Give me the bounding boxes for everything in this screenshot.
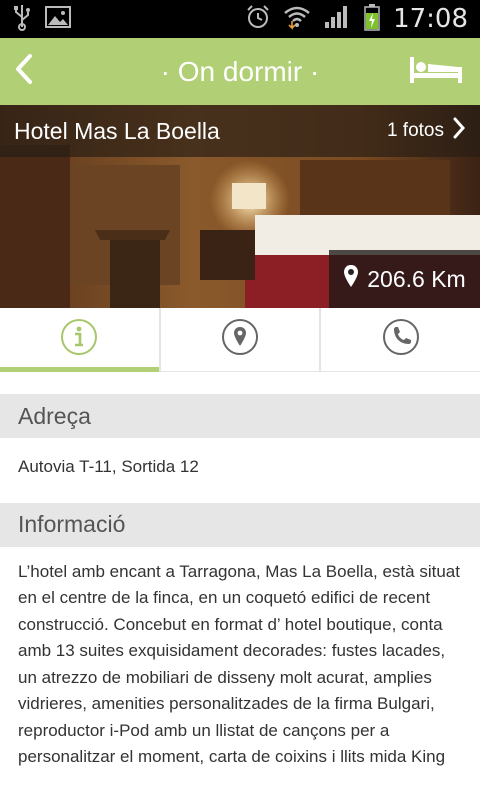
back-button[interactable] — [0, 38, 48, 105]
hotel-photo[interactable]: Hotel Mas La Boella 1 fotos 206.6 Km — [0, 105, 480, 308]
usb-icon — [12, 3, 32, 36]
info-text: L’hotel amb encant a Tarragona, Mas La B… — [18, 561, 460, 767]
signal-icon — [323, 4, 351, 35]
photos-link[interactable]: 1 fotos — [387, 116, 466, 146]
hotel-name: Hotel Mas La Boella — [14, 117, 220, 144]
chevron-left-icon — [14, 53, 34, 90]
detail-tabs — [0, 308, 480, 372]
alarm-icon — [245, 4, 271, 35]
accommodation-button[interactable] — [406, 52, 466, 92]
tab-info[interactable] — [0, 308, 161, 372]
status-bar: 17:08 — [0, 0, 480, 38]
map-pin-icon — [220, 317, 260, 362]
distance-value: 206.6 Km — [367, 265, 466, 292]
distance-badge: 206.6 Km — [329, 250, 480, 308]
location-pin-icon — [343, 264, 359, 294]
tab-phone[interactable] — [321, 308, 480, 371]
phone-icon — [381, 317, 421, 362]
address-text: Autovia T-11, Sortida 12 — [18, 457, 199, 476]
address-heading: Adreça — [0, 394, 480, 438]
photos-count: 1 fotos — [386, 120, 444, 141]
bed-icon — [408, 55, 464, 90]
info-heading: Informació — [0, 502, 480, 547]
chevron-right-icon — [452, 116, 466, 146]
info-icon — [59, 317, 99, 362]
image-icon — [44, 4, 72, 35]
hotel-header-bar: Hotel Mas La Boella 1 fotos — [0, 105, 480, 157]
tab-map[interactable] — [161, 308, 322, 371]
action-bar: · On dormir · — [0, 38, 480, 105]
battery-icon — [363, 3, 381, 36]
wifi-icon — [283, 4, 311, 35]
clock: 17:08 — [393, 4, 468, 34]
